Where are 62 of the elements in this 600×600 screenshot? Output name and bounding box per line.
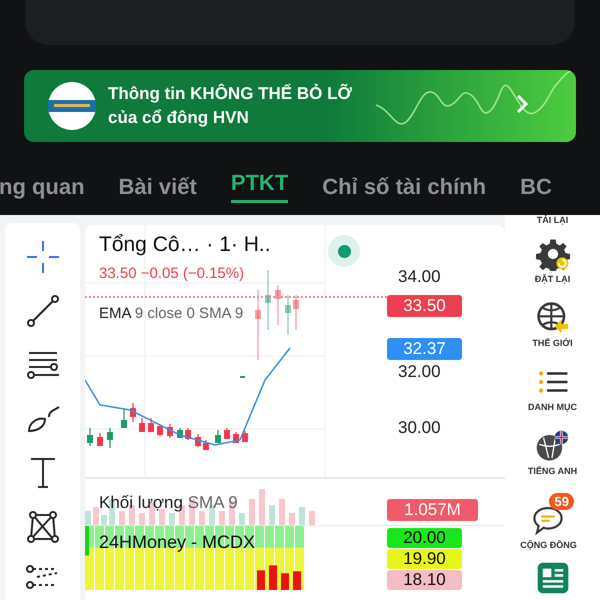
price-label: 34.00: [398, 267, 441, 287]
candlestick: [255, 290, 261, 360]
price-change: 33.50 −0.05 (−0.15%): [99, 265, 244, 282]
side-menu-item[interactable]: TẢI LẠI: [536, 215, 568, 237]
news-icon: [536, 561, 570, 595]
mcdx-tag: 19.90: [387, 549, 462, 569]
globe-flag-icon: [535, 429, 570, 463]
globe-icon: [536, 301, 570, 335]
crosshair-icon: [26, 240, 60, 274]
fib-lines-icon: [26, 565, 58, 589]
company-logo-icon: [48, 82, 96, 130]
candlestick: [121, 408, 127, 428]
candlestick: [224, 428, 230, 439]
price-label: 30.00: [398, 418, 441, 438]
mcdx-tag: 18.10: [387, 570, 462, 590]
tab[interactable]: ng quan: [0, 170, 85, 203]
pattern-icon: [26, 511, 58, 543]
candlestick: [130, 403, 136, 422]
candlestick: [139, 418, 145, 432]
candlestick: [265, 270, 271, 330]
candlestick: [242, 431, 248, 442]
banner-text: của cổ đông HVN: [108, 107, 250, 129]
candlestick: [107, 428, 113, 448]
mcdx-tag: 20.00: [387, 528, 462, 548]
candlestick: [87, 428, 93, 446]
candlestick: [203, 440, 209, 450]
candlestick: [157, 424, 163, 436]
candlestick: [215, 430, 221, 443]
indicator-legend: EMA 9 close 0 SMA 9: [99, 305, 244, 322]
chart-title: Tổng Cô… · 1· H..: [99, 233, 271, 257]
side-menu-item[interactable]: TIẾNG ANH: [528, 429, 578, 493]
price-tag: 33.50: [387, 295, 462, 317]
gear-icon: [536, 237, 570, 271]
side-menu-item[interactable]: THẾ GIỚI: [532, 301, 573, 365]
candlestick: [285, 295, 291, 335]
candlestick: [167, 424, 173, 438]
candlestick: [293, 295, 299, 330]
candlestick: [275, 285, 281, 325]
side-menu-item[interactable]: ĐẶT LẠI: [534, 237, 570, 301]
tab[interactable]: BC: [520, 170, 552, 203]
promo-banner[interactable]: Thông tin KHÔNG THỂ BỎ LỠ của cổ đông HVN: [24, 70, 576, 142]
notification-badge: 59: [549, 493, 574, 510]
tab[interactable]: Bài viết: [118, 170, 197, 203]
price-tag: 32.37: [387, 338, 462, 360]
candlestick: [240, 376, 245, 378]
brush-icon: [28, 406, 60, 432]
line-tool-icon: [26, 295, 58, 327]
volume-tag: 1.057M: [387, 499, 478, 521]
volume-legend: Khối lượng SMA 9: [99, 493, 238, 513]
parallel-lines-icon: [26, 352, 60, 379]
candlestick: [148, 418, 154, 432]
side-menu-item[interactable]: DANH MỤC: [528, 365, 577, 429]
banner-text: Thông tin KHÔNG THỂ BỎ LỠ: [108, 82, 352, 105]
chevron-right-icon: [516, 94, 528, 114]
candlestick: [97, 433, 103, 446]
candlestick: [195, 434, 201, 447]
live-indicator: [328, 235, 360, 267]
price-label: 32.00: [398, 362, 441, 382]
text-tool-icon: [30, 458, 56, 488]
tab[interactable]: PTKT: [230, 170, 288, 203]
tab[interactable]: Chỉ số tài chính: [322, 170, 486, 203]
mcdx-legend: 24HMoney - MCDX: [99, 532, 256, 553]
